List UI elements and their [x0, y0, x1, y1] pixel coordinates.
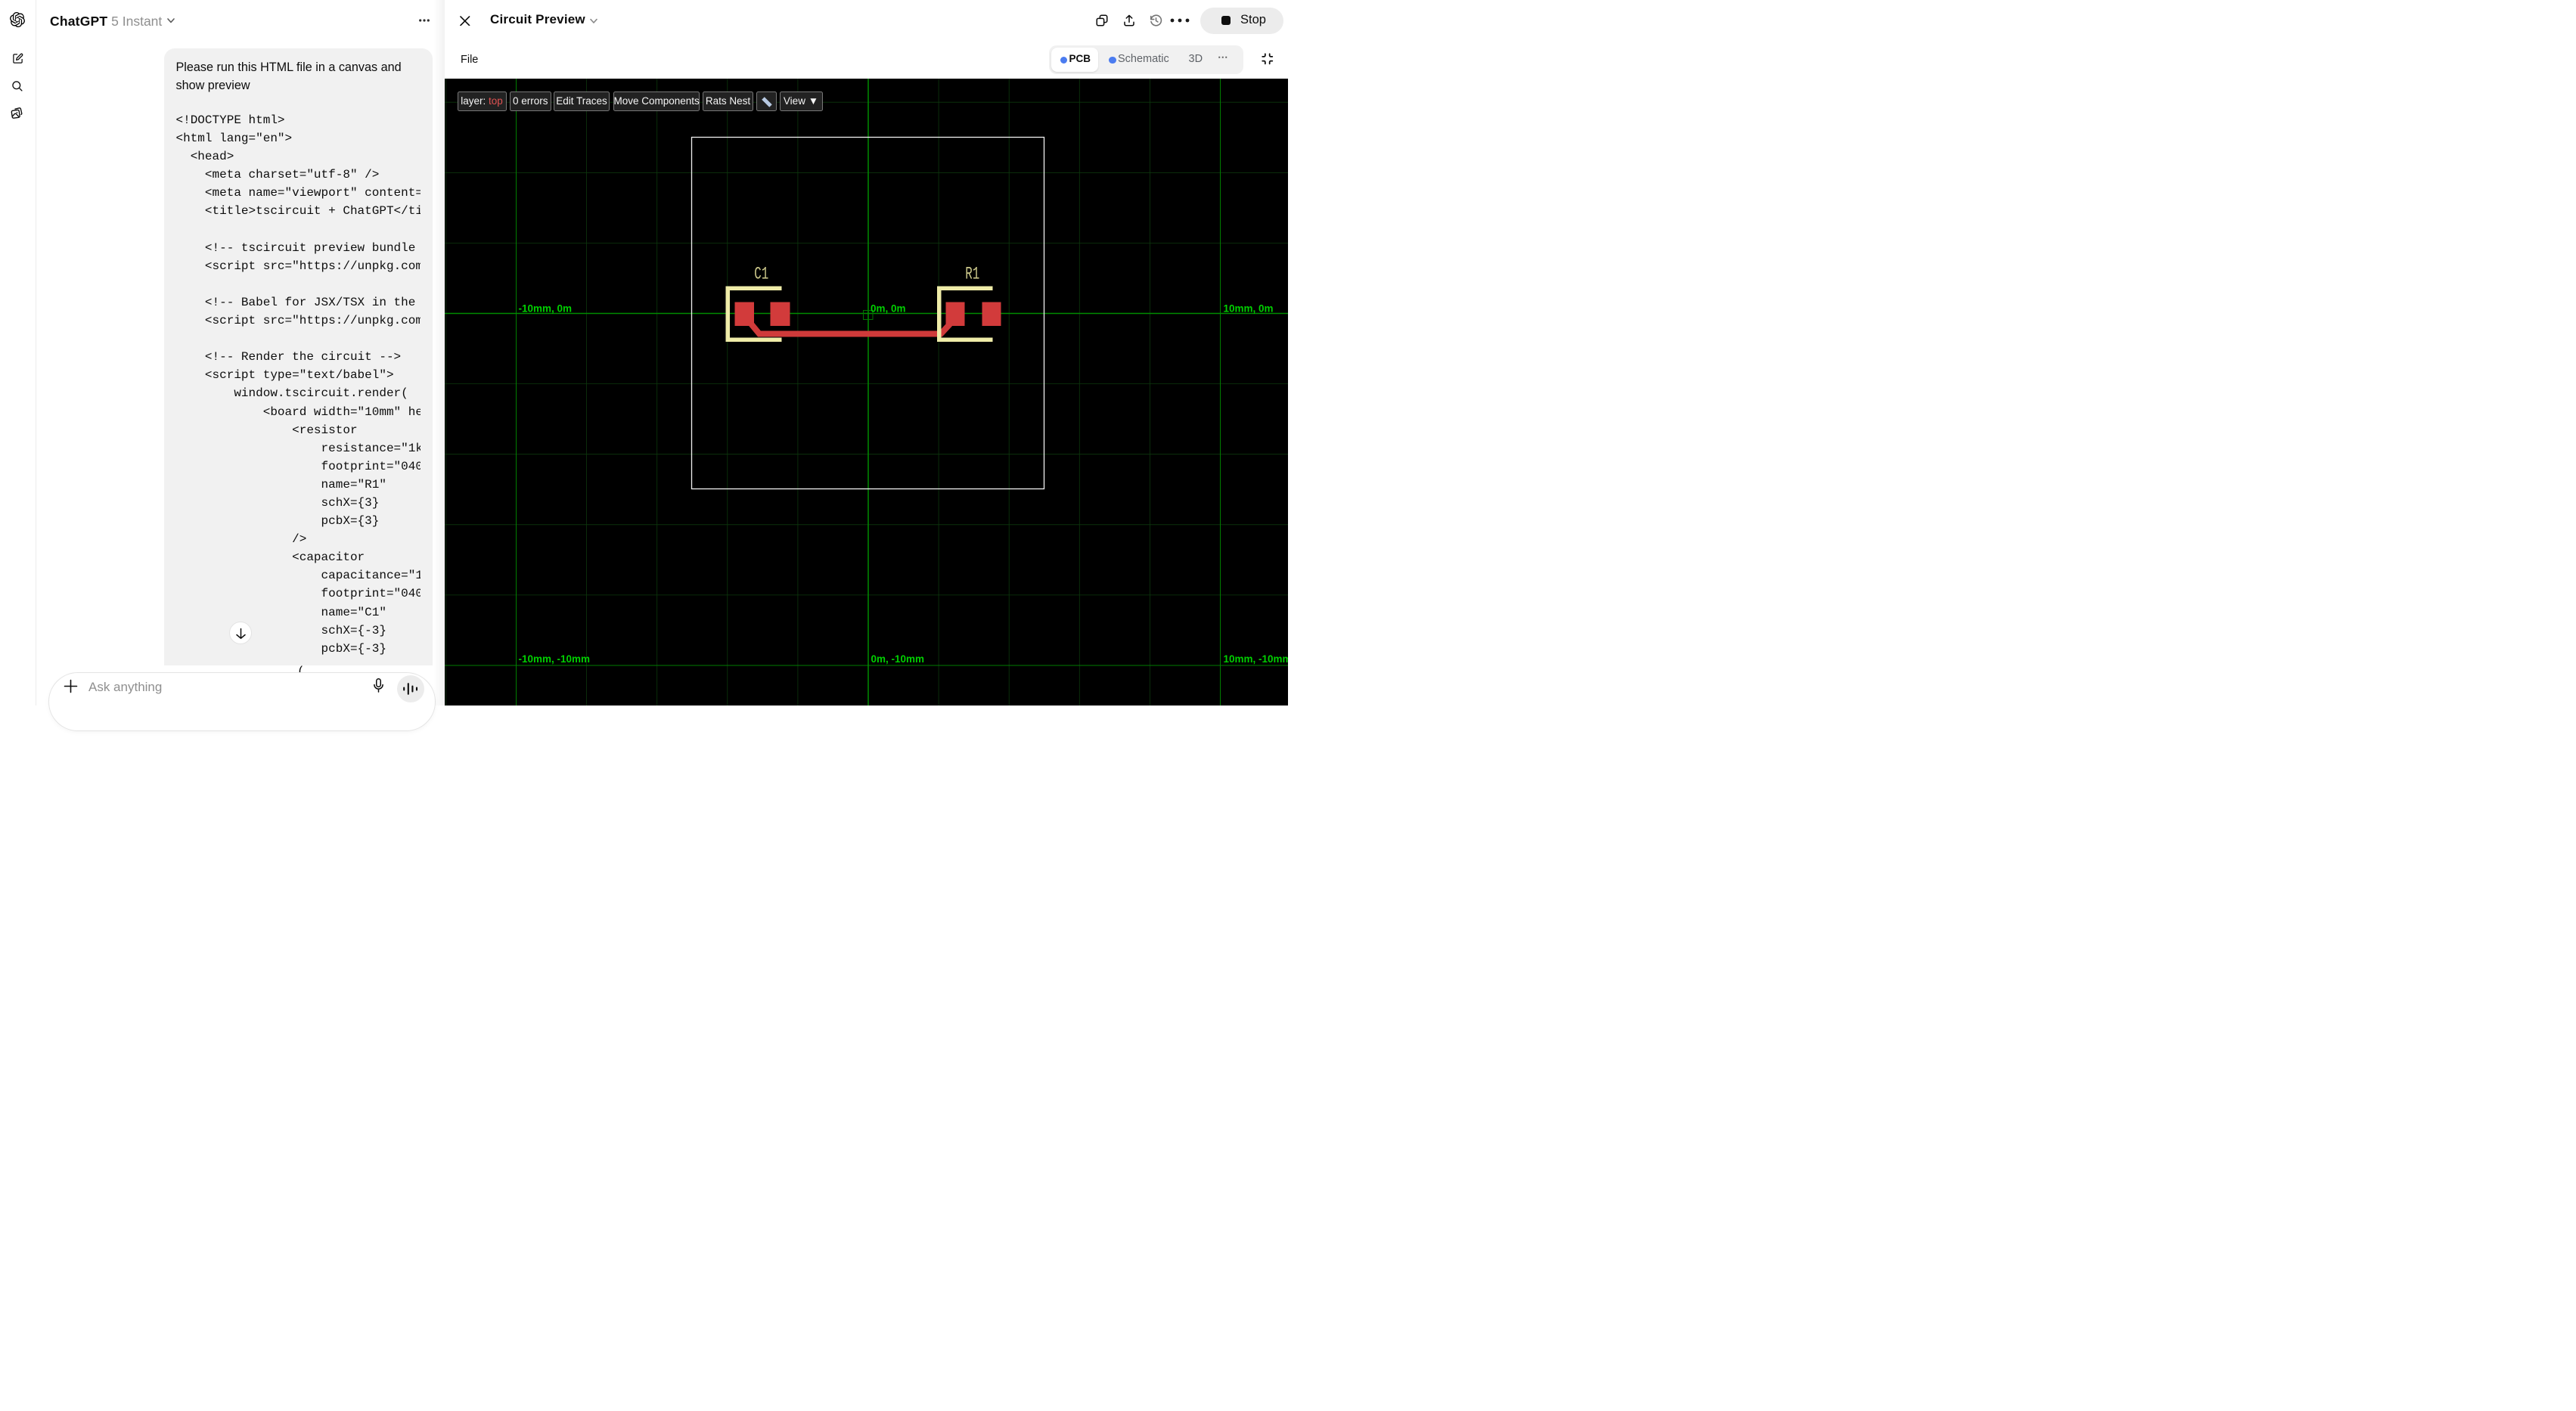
svg-text:10mm, -10mm: 10mm, -10mm: [1223, 653, 1288, 665]
svg-text:0m, 0m: 0m, 0m: [871, 302, 906, 314]
svg-text:-10mm, -10mm: -10mm, -10mm: [518, 653, 590, 665]
svg-text:0m, -10mm: 0m, -10mm: [871, 653, 924, 665]
svg-text:R1: R1: [965, 264, 979, 284]
svg-text:-10mm, 0m: -10mm, 0m: [518, 302, 572, 314]
svg-text:10mm, 0m: 10mm, 0m: [1223, 302, 1273, 314]
svg-text:C1: C1: [754, 264, 768, 284]
